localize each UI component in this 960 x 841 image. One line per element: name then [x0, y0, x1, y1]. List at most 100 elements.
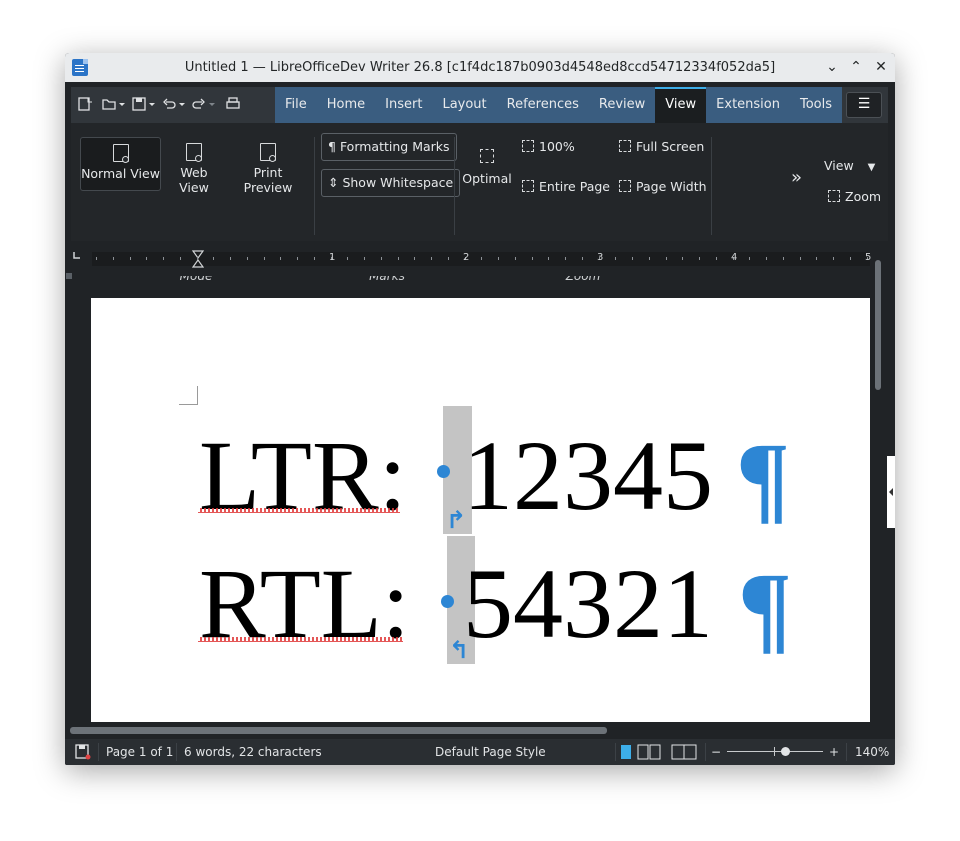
whitespace-icon: ⇕ — [328, 175, 343, 190]
ruler-tick — [515, 257, 516, 260]
quick-access-toolbar — [77, 92, 241, 116]
chevron-down-icon[interactable] — [147, 96, 157, 112]
ruler-tick — [280, 257, 281, 260]
new-document-icon[interactable] — [77, 96, 93, 112]
formatting-marks-button[interactable]: ¶ Formatting Marks — [321, 133, 457, 161]
tab-view[interactable]: View — [655, 87, 707, 125]
hamburger-menu-button[interactable]: ☰ — [846, 92, 882, 118]
zoom-out-button[interactable]: − — [711, 745, 721, 759]
optimal-zoom-button[interactable]: Optimal — [461, 149, 513, 186]
space-mark-icon — [441, 595, 454, 608]
page-width-button[interactable]: Page Width — [619, 179, 707, 194]
ribbon-view-panel: Normal View Web View Print Preview Mode … — [71, 123, 888, 283]
sidebar-toggle[interactable] — [887, 456, 895, 528]
space-mark-icon — [437, 465, 450, 478]
tab-bar: File Home Insert Layout References Review View… — [71, 87, 888, 125]
page-width-icon — [619, 180, 631, 192]
ruler-tick — [766, 257, 767, 260]
spellcheck-underline — [198, 637, 403, 642]
ruler-tick — [163, 257, 164, 260]
maximize-button[interactable]: ⌃ — [847, 58, 865, 76]
web-view-button[interactable]: Web View — [164, 143, 224, 195]
spellcheck-underline — [198, 508, 400, 513]
word-count[interactable]: 6 words, 22 characters — [184, 745, 322, 759]
tab-file[interactable]: File — [275, 87, 317, 123]
close-button[interactable]: ✕ — [872, 58, 890, 76]
tab-layout[interactable]: Layout — [432, 87, 497, 123]
ruler-tick — [632, 257, 633, 260]
status-bar: Page 1 of 1 6 words, 22 characters Defau… — [65, 739, 895, 765]
zoom-100-button[interactable]: 100% — [522, 139, 575, 154]
zoom-button[interactable]: Zoom — [828, 189, 881, 204]
entire-page-button[interactable]: Entire Page — [522, 179, 610, 194]
ruler-tick — [180, 257, 181, 260]
ruler-tick — [548, 257, 549, 260]
chevron-down-icon[interactable] — [177, 96, 187, 112]
tab-review[interactable]: Review — [588, 87, 656, 123]
document-page[interactable]: LTR: 12345 ¶ ↱ RTL: 54321 ¶ ↰ — [91, 298, 870, 722]
full-screen-button[interactable]: Full Screen — [619, 139, 704, 154]
undo-icon[interactable] — [161, 96, 177, 112]
vertical-scrollbar[interactable] — [871, 248, 886, 722]
separator — [454, 137, 455, 235]
zoom-100-icon — [522, 140, 534, 152]
page-number[interactable]: Page 1 of 1 — [106, 745, 173, 759]
zoom-slider[interactable] — [727, 747, 823, 756]
ruler-tick — [197, 257, 198, 260]
ruler-tick — [213, 257, 214, 260]
normal-view-button[interactable]: Normal View — [80, 137, 161, 191]
print-preview-button[interactable]: Print Preview — [230, 143, 306, 195]
print-icon[interactable] — [225, 96, 241, 112]
chevron-down-icon[interactable] — [117, 96, 127, 112]
ruler-tick — [565, 257, 566, 260]
page-style[interactable]: Default Page Style — [435, 745, 546, 759]
horizontal-scrollbar[interactable] — [65, 724, 871, 738]
ruler-tick — [783, 257, 784, 260]
vertical-scroll-thumb[interactable] — [875, 260, 881, 390]
ruler-number: 3 — [597, 252, 604, 263]
ruler-tick — [850, 257, 851, 260]
tab-stop-icon[interactable] — [72, 250, 82, 260]
minimize-button[interactable]: ⌄ — [823, 58, 841, 76]
tab-insert[interactable]: Insert — [375, 87, 433, 123]
horizontal-ruler[interactable]: 12345 — [92, 250, 871, 268]
book-view-icon[interactable] — [671, 744, 697, 760]
title-bar: Untitled 1 — LibreOfficeDev Writer 26.8 … — [65, 53, 895, 82]
indent-marker-icon[interactable] — [192, 250, 204, 268]
ruler-tick — [364, 257, 365, 260]
ruler-tick — [414, 257, 415, 260]
ruler-tick — [833, 257, 834, 260]
save-icon[interactable] — [131, 96, 147, 112]
tab-references[interactable]: References — [496, 87, 589, 123]
single-page-view-icon[interactable] — [621, 745, 631, 759]
ruler-tick — [481, 257, 482, 260]
entire-page-label: Entire Page — [539, 179, 610, 194]
open-folder-icon[interactable] — [101, 96, 117, 112]
document-modified-icon[interactable] — [75, 744, 91, 760]
show-whitespace-button[interactable]: ⇕ Show Whitespace — [321, 169, 461, 197]
ruler-tick — [146, 257, 147, 260]
zoom-percentage[interactable]: 140% — [855, 745, 889, 759]
tab-extension[interactable]: Extension — [706, 87, 790, 123]
ruler-tick — [297, 257, 298, 260]
horizontal-scroll-thumb[interactable] — [70, 727, 607, 734]
view-dropdown[interactable]: View ▼ — [824, 158, 875, 173]
redo-icon[interactable] — [191, 96, 207, 112]
more-options-icon[interactable]: » — [791, 167, 802, 188]
tab-tools[interactable]: Tools — [789, 87, 843, 123]
zoom-100-label: 100% — [539, 139, 575, 154]
ruler-tick — [816, 257, 817, 260]
ruler-tick — [532, 257, 533, 260]
tab-home[interactable]: Home — [316, 87, 376, 123]
ruler-number: 1 — [329, 252, 336, 263]
chevron-left-icon — [889, 488, 893, 496]
ruler-tick — [264, 257, 265, 260]
multi-page-view-icon[interactable] — [637, 744, 661, 760]
ruler-tick — [431, 257, 432, 260]
zoom-button-label: Zoom — [845, 189, 882, 204]
chevron-down-icon[interactable] — [207, 96, 217, 112]
separator — [846, 743, 847, 761]
print-preview-icon — [260, 143, 276, 162]
zoom-in-button[interactable]: + — [829, 745, 839, 759]
zoom-slider-handle[interactable] — [780, 747, 790, 756]
